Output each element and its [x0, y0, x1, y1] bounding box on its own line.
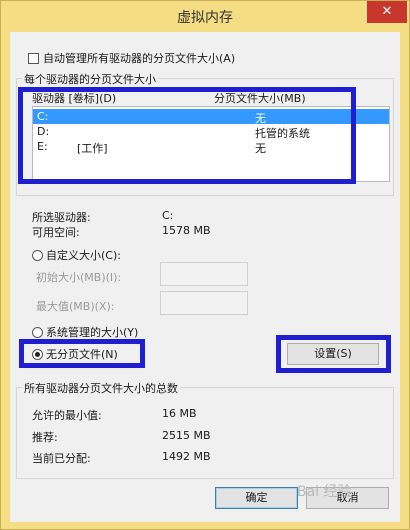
close-button[interactable]: ✕: [367, 1, 407, 23]
title-bar[interactable]: 虚拟内存 ✕: [1, 1, 409, 31]
initial-size-input[interactable]: [160, 262, 248, 286]
selected-drive-value: C:: [162, 209, 174, 222]
drive-row-c[interactable]: C: 无: [33, 109, 389, 125]
per-drive-group-title: 每个驱动器的分页文件大小: [22, 71, 158, 87]
system-managed-radio[interactable]: [32, 326, 43, 338]
drive-letter: E:: [37, 140, 48, 153]
window-title: 虚拟内存: [177, 10, 233, 26]
drive-volume-label: [工作]: [77, 142, 108, 155]
currently-allocated-row: 当前已分配: 1492 MB: [32, 450, 332, 465]
virtual-memory-dialog: 虚拟内存 ✕ 自动管理所有驱动器的分页文件大小(A) 每个驱动器的分页文件大小 …: [0, 0, 410, 530]
drive-letter: C:: [37, 110, 49, 123]
drive-row-d[interactable]: D: 托管的系统: [33, 124, 389, 140]
no-paging-file-radio[interactable]: [32, 348, 43, 360]
set-button[interactable]: 设置(S): [287, 343, 379, 365]
max-size-input[interactable]: [160, 291, 248, 315]
drive-letter: D:: [37, 125, 50, 138]
free-space-value: 1578 MB: [162, 224, 211, 237]
recommended-row: 推荐: 2515 MB: [32, 429, 332, 444]
currently-allocated-label: 当前已分配:: [32, 452, 91, 465]
custom-size-option[interactable]: 自定义大小(C):: [32, 248, 121, 262]
free-space-label: 可用空间:: [32, 226, 80, 239]
system-managed-label: 系统管理的大小(Y): [46, 326, 139, 339]
column-size[interactable]: 分页文件大小(MB): [214, 90, 306, 106]
drive-list[interactable]: C: 无 D: 托管的系统 E: [工作] 无: [32, 106, 390, 182]
initial-size-label: 初始大小(MB)(I):: [36, 271, 122, 284]
max-size-label: 最大值(MB)(X):: [36, 300, 115, 313]
selected-drive-label: 所选驱动器:: [32, 211, 91, 224]
currently-allocated-value: 1492 MB: [162, 450, 211, 463]
recommended-label: 推荐:: [32, 431, 58, 444]
system-managed-option[interactable]: 系统管理的大小(Y): [32, 325, 138, 339]
minimum-allowed-value: 16 MB: [162, 407, 197, 420]
totals-group-title: 所有驱动器分页文件大小的总数: [22, 380, 180, 396]
drive-list-header: 驱动器 [卷标](D) 分页文件大小(MB): [32, 90, 392, 106]
free-space-row: 可用空间: 1578 MB: [32, 224, 332, 239]
minimum-allowed-label: 允许的最小值:: [32, 409, 102, 422]
auto-manage-checkbox[interactable]: [28, 52, 39, 64]
drive-row-e[interactable]: E: [工作] 无: [33, 139, 389, 155]
auto-manage-row[interactable]: 自动管理所有驱动器的分页文件大小(A): [28, 51, 235, 65]
column-drive[interactable]: 驱动器 [卷标](D): [32, 90, 116, 106]
custom-size-label: 自定义大小(C):: [46, 249, 121, 262]
custom-size-radio[interactable]: [32, 249, 43, 261]
minimum-allowed-row: 允许的最小值: 16 MB: [32, 407, 332, 422]
close-icon: ✕: [381, 4, 393, 19]
watermark-logo: Bai 经验: [297, 484, 352, 500]
drive-paging-size: 无: [255, 142, 266, 155]
no-paging-file-option[interactable]: 无分页文件(N): [32, 347, 118, 361]
recommended-value: 2515 MB: [162, 429, 211, 442]
no-paging-file-label: 无分页文件(N): [46, 348, 118, 361]
selected-drive-row: 所选驱动器: C:: [32, 209, 332, 224]
auto-manage-label: 自动管理所有驱动器的分页文件大小(A): [43, 52, 236, 65]
dialog-body: 自动管理所有驱动器的分页文件大小(A) 每个驱动器的分页文件大小 驱动器 [卷标…: [10, 32, 400, 522]
ok-button[interactable]: 确定: [215, 487, 298, 509]
